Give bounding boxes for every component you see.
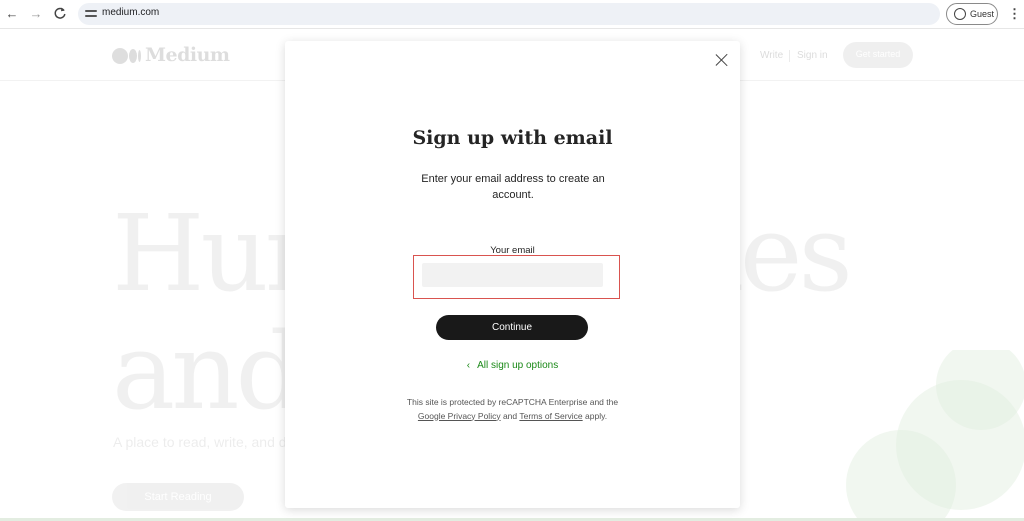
browser-toolbar: ← → medium.com Guest ⋮ <box>0 0 1024 29</box>
logo-mark-icon <box>112 48 142 64</box>
all-signup-options-label: All sign up options <box>477 360 559 371</box>
write-link[interactable]: Write <box>760 50 783 61</box>
profile-label: Guest <box>970 9 995 19</box>
email-input[interactable] <box>422 263 603 287</box>
sign-in-link[interactable]: Sign in <box>797 50 828 61</box>
dialog-description: Enter your email address to create an ac… <box>421 173 605 201</box>
hero-illustration <box>836 350 1024 521</box>
terms-of-service-link[interactable]: Terms of Service <box>519 411 582 421</box>
start-reading-label: Start Reading <box>144 491 212 503</box>
privacy-policy-link[interactable]: Google Privacy Policy <box>418 411 501 421</box>
legal-suffix: apply. <box>585 410 608 421</box>
browser-menu-icon[interactable]: ⋮ <box>1008 5 1021 23</box>
recaptcha-notice: This site is protected by reCAPTCHA Ente… <box>395 396 630 423</box>
get-started-label: Get started <box>855 49 901 59</box>
chevron-left-icon: ‹ <box>466 360 471 371</box>
header-divider <box>789 50 790 62</box>
start-reading-button[interactable]: Start Reading <box>112 483 244 511</box>
dialog-title: Sign up with email <box>412 127 613 149</box>
continue-button[interactable]: Continue <box>436 315 588 340</box>
url-text[interactable]: medium.com <box>102 7 159 18</box>
all-signup-options-link[interactable]: ‹ All sign up options <box>285 360 740 371</box>
back-arrow-icon[interactable]: ← <box>4 6 20 22</box>
legal-and: and <box>502 410 518 421</box>
signup-dialog: Sign up with email Enter your email addr… <box>285 41 740 508</box>
forward-arrow-icon[interactable]: → <box>28 6 44 22</box>
address-bar[interactable]: medium.com <box>78 3 940 25</box>
reload-glyph <box>54 7 66 19</box>
profile-avatar-icon <box>954 8 966 20</box>
legal-prefix: This site is protected by reCAPTCHA Ente… <box>406 397 619 407</box>
get-started-button[interactable]: Get started <box>843 42 913 68</box>
site-info-icon[interactable] <box>84 7 98 21</box>
logo-wordmark: Medium <box>145 44 230 66</box>
profile-button[interactable]: Guest <box>946 3 998 25</box>
reload-icon[interactable] <box>52 6 68 22</box>
close-icon[interactable] <box>715 53 729 67</box>
